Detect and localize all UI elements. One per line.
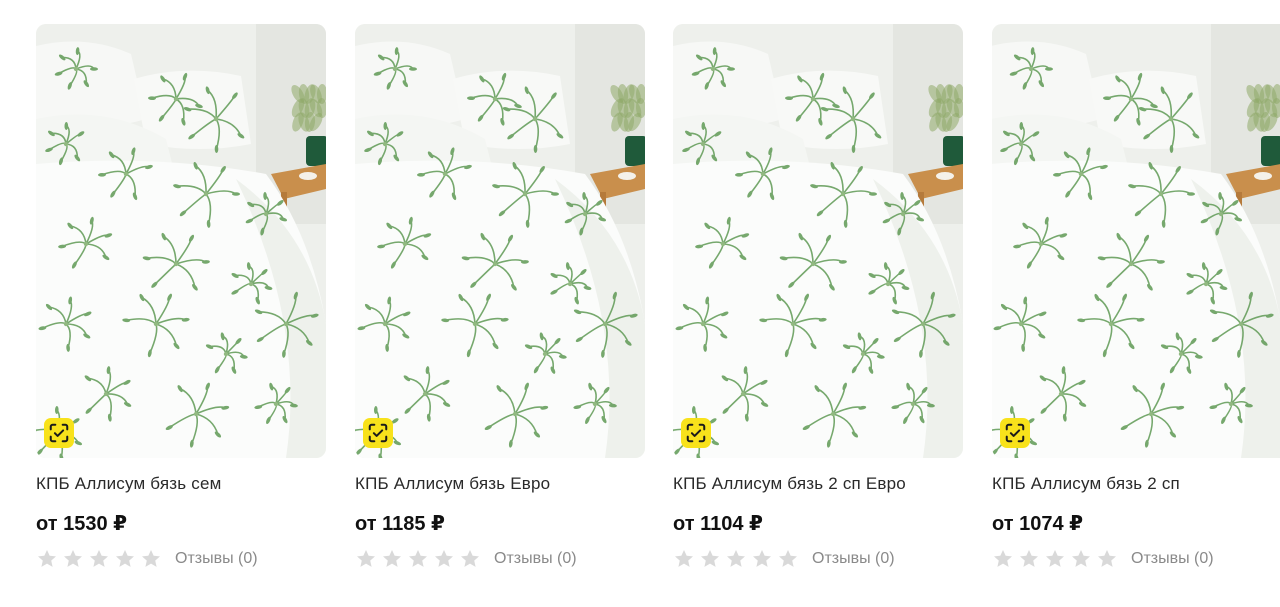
star-icon xyxy=(114,548,136,570)
bedding-photo xyxy=(36,24,326,458)
star-icon xyxy=(88,548,110,570)
product-grid: КПБ Аллисум бязь сем от 1530 ₽ Отзывы (0… xyxy=(0,0,1280,607)
star-icon xyxy=(1018,548,1040,570)
bedding-photo xyxy=(992,24,1280,458)
product-title[interactable]: КПБ Аллисум бязь 2 сп Евро xyxy=(673,474,963,494)
star-icon xyxy=(381,548,403,570)
verified-check-icon xyxy=(363,418,393,448)
star-icon xyxy=(992,548,1014,570)
star-icon xyxy=(699,548,721,570)
rating-stars xyxy=(355,548,481,570)
bedding-photo xyxy=(355,24,645,458)
star-icon xyxy=(725,548,747,570)
rating-row: Отзывы (0) xyxy=(355,547,645,571)
star-icon xyxy=(777,548,799,570)
product-card[interactable]: КПБ Аллисум бязь Евро от 1185 ₽ Отзывы (… xyxy=(355,24,645,571)
reviews-link[interactable]: Отзывы (0) xyxy=(1131,550,1214,568)
star-icon xyxy=(673,548,695,570)
star-icon xyxy=(355,548,377,570)
rating-row: Отзывы (0) xyxy=(992,547,1280,571)
star-icon xyxy=(751,548,773,570)
star-icon xyxy=(1044,548,1066,570)
product-image[interactable] xyxy=(355,24,645,458)
product-image[interactable] xyxy=(992,24,1280,458)
product-image[interactable] xyxy=(36,24,326,458)
star-icon xyxy=(140,548,162,570)
product-card[interactable]: КПБ Аллисум бязь 2 сп от 1074 ₽ Отзывы (… xyxy=(992,24,1280,571)
product-image[interactable] xyxy=(673,24,963,458)
rating-stars xyxy=(673,548,799,570)
star-icon xyxy=(1096,548,1118,570)
star-icon xyxy=(433,548,455,570)
verified-check-icon xyxy=(681,418,711,448)
rating-stars xyxy=(36,548,162,570)
reviews-link[interactable]: Отзывы (0) xyxy=(494,550,577,568)
product-card[interactable]: КПБ Аллисум бязь 2 сп Евро от 1104 ₽ Отз… xyxy=(673,24,963,571)
rating-stars xyxy=(992,548,1118,570)
product-card[interactable]: КПБ Аллисум бязь сем от 1530 ₽ Отзывы (0… xyxy=(36,24,326,571)
product-price: от 1185 ₽ xyxy=(355,513,445,535)
star-icon xyxy=(1070,548,1092,570)
star-icon xyxy=(459,548,481,570)
star-icon xyxy=(36,548,58,570)
verified-check-icon xyxy=(1000,418,1030,448)
product-price: от 1074 ₽ xyxy=(992,513,1084,535)
product-title[interactable]: КПБ Аллисум бязь 2 сп xyxy=(992,474,1280,494)
verified-check-icon xyxy=(44,418,74,448)
product-title[interactable]: КПБ Аллисум бязь Евро xyxy=(355,474,645,494)
product-price: от 1104 ₽ xyxy=(673,513,763,535)
reviews-link[interactable]: Отзывы (0) xyxy=(175,550,258,568)
star-icon xyxy=(407,548,429,570)
rating-row: Отзывы (0) xyxy=(36,547,326,571)
rating-row: Отзывы (0) xyxy=(673,547,963,571)
star-icon xyxy=(62,548,84,570)
product-price: от 1530 ₽ xyxy=(36,513,128,535)
product-title[interactable]: КПБ Аллисум бязь сем xyxy=(36,474,326,494)
bedding-photo xyxy=(673,24,963,458)
reviews-link[interactable]: Отзывы (0) xyxy=(812,550,895,568)
